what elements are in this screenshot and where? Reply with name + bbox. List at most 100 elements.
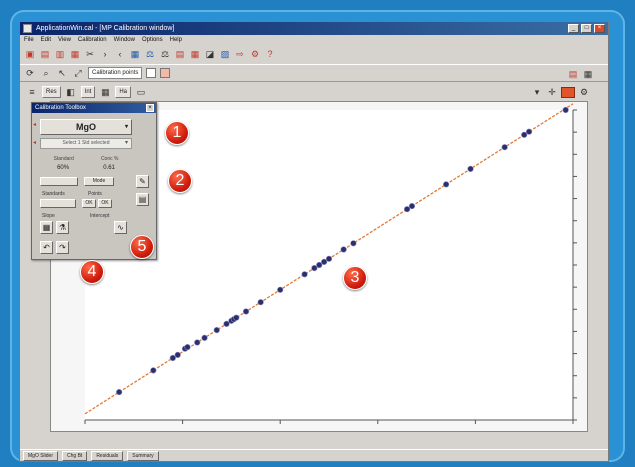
slope-label: Slope [42,213,55,219]
export-icon[interactable]: ⇨ [234,48,246,60]
ok-button-b[interactable]: OK [98,199,112,208]
open-icon[interactable]: ▤ [39,48,51,60]
calc-icon[interactable]: ▦ [129,48,141,60]
status-tab-slider[interactable]: MgO Slider [23,450,59,461]
data-point [116,389,123,396]
tab-residuals[interactable]: Res [42,86,61,98]
callout-marker-1: 1 [165,121,189,145]
minimize-button[interactable]: _ [568,24,579,33]
menu-view[interactable]: View [58,35,71,45]
list-icon[interactable]: ≡ [26,86,38,98]
document-icon[interactable]: ▤ [136,193,149,206]
red-color-button[interactable] [561,86,575,98]
status-tab-summary[interactable]: Summary [127,450,159,461]
status-bar: MgO Slider Chg Bt Residuals Summary [20,449,608,461]
menu-help[interactable]: Help [170,35,182,45]
tab-intensity[interactable]: Int [80,86,96,98]
graph-icon[interactable]: ▨ [219,48,231,60]
pointer-icon[interactable]: ↖ [56,67,68,79]
scale-icon[interactable]: ⚖ [159,48,171,60]
standards-group-label: Standards [42,191,65,197]
data-point [408,202,416,210]
panel-close-button[interactable]: × [146,104,154,112]
redo-icon[interactable]: ↷ [56,241,69,254]
balance-icon[interactable]: ⚖ [144,48,156,60]
chevron-down-icon: ▾ [124,140,128,146]
print-icon[interactable]: ▦ [69,48,81,60]
chevron-down-icon: ▾ [124,124,128,130]
data-point [233,314,240,321]
flask-icon[interactable]: ⚗ [56,221,69,234]
standard-dropdown[interactable]: Select 1 Std selected ▾ [40,138,132,149]
tab-ha[interactable]: Ha [115,86,132,98]
data-point [150,367,157,374]
grid-icon[interactable]: ▦ [99,86,111,98]
layout-icon[interactable]: ▦ [582,68,594,80]
data-point [242,308,250,315]
help-icon[interactable]: ? [264,48,276,60]
data-point [169,354,176,362]
value-display: Standard Conc % 60% 0.61 [40,155,132,173]
data-point [316,261,323,269]
prev-standard-icon[interactable]: ◂ [33,139,39,147]
print-report-icon[interactable]: ▤ [567,68,579,80]
element-dropdown[interactable]: MgO ▾ [40,119,132,135]
chart-icon[interactable]: ◪ [204,48,216,60]
ok-button-a[interactable]: OK [82,199,96,208]
table-icon[interactable]: ▦ [189,48,201,60]
data-point [521,131,528,138]
close-button[interactable]: × [594,24,605,33]
save-icon[interactable]: ▥ [54,48,66,60]
settings-icon[interactable]: ⚙ [249,48,261,60]
menu-file[interactable]: File [24,35,34,45]
menu-calibration[interactable]: Calibration [78,35,107,45]
data-point [311,265,318,272]
undo-icon[interactable]: ↶ [40,241,53,254]
white-swatch[interactable] [146,68,157,78]
col1-value: 60% [57,165,70,171]
gear-icon[interactable]: ⚙ [578,86,590,98]
menu-window[interactable]: Window [114,35,135,45]
app-icon [23,24,32,33]
new-icon[interactable]: ▣ [24,48,36,60]
calibration-toolbar: ⟳ ⌕ ↖ ⤢ Calibration points ▤ ▦ [20,64,608,82]
cut-icon[interactable]: ✂ [84,48,96,60]
standard-button[interactable] [40,177,78,186]
calibration-points-field[interactable]: Calibration points [88,67,143,79]
data-point [562,106,569,114]
callout-marker-2: 2 [168,169,192,193]
pencil-icon[interactable]: ✎ [136,175,149,188]
mode-button[interactable]: Mode [84,177,114,186]
standards-select[interactable] [40,199,76,208]
col1-header: Standard [53,156,74,162]
wave-icon[interactable]: ∿ [114,221,127,234]
chevron-right-icon[interactable]: › [99,48,111,60]
callout-marker-5: 5 [130,235,154,259]
fit-icon[interactable]: ⤢ [72,67,84,79]
pink-swatch[interactable] [160,68,171,78]
target-icon[interactable]: ✛ [546,86,558,98]
menu-options[interactable]: Options [142,35,163,45]
refresh-icon[interactable]: ⟳ [24,67,36,79]
data-point [340,246,347,253]
points-group-label: Points [88,191,102,197]
prev-element-icon[interactable]: ◂ [33,121,39,129]
menu-bar: File Edit View Calibration Window Option… [20,35,608,45]
menu-edit[interactable]: Edit [41,35,51,45]
data-point [443,181,450,188]
element-label: MgO [76,122,96,132]
data-point [501,144,508,151]
panel-title: Calibration Toolbox [32,103,156,113]
report-icon[interactable]: ▤ [174,48,186,60]
zoom-icon[interactable]: ⌕ [40,67,52,79]
maximize-button[interactable]: □ [581,24,592,33]
data-point [321,258,328,265]
plot-area [85,110,573,420]
status-tab-change[interactable]: Chg Bt [62,450,88,461]
status-tab-residuals[interactable]: Residuals [91,450,124,461]
split-icon[interactable]: ◧ [65,86,77,98]
window-icon[interactable]: ▭ [135,86,147,98]
chevron-left-icon[interactable]: ‹ [114,48,126,60]
arrow-down-icon[interactable]: ▾ [531,86,543,98]
grid-small-icon[interactable]: ▦ [40,221,53,234]
